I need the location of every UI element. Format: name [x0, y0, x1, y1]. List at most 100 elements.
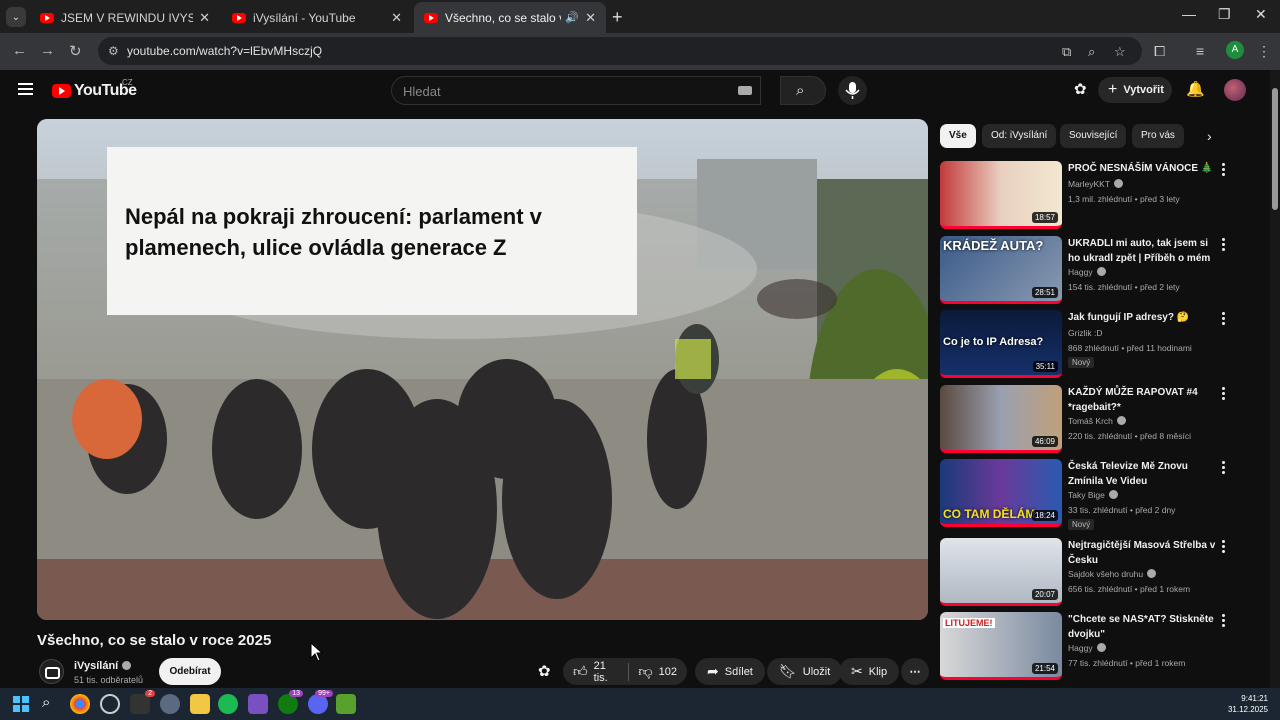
maximize-button[interactable]: ❐ [1218, 6, 1231, 23]
rec-title[interactable]: PROČ NESNÁŠÍM VÁNOCE 🎄 [1068, 161, 1218, 176]
file-explorer-icon[interactable] [190, 694, 210, 714]
browser-tab-3-active[interactable]: Všechno, co se stalo v roce 2025 🔊 ✕ [414, 2, 606, 33]
rec-title[interactable]: "Chcete se NAS*AT? Stiskněte dvojku" [1068, 612, 1218, 642]
media-controls-icon[interactable]: ≡ [1196, 43, 1204, 59]
recommendation-item[interactable]: KRÁDEŽ AUTA? 28:51 UKRADLI mi auto, tak j… [940, 236, 1270, 306]
video-thumbnail[interactable]: 20:07 [940, 538, 1062, 606]
xbox-icon[interactable]: 13 [278, 690, 303, 714]
more-actions-button[interactable]: ⋯ [901, 658, 929, 685]
obs-icon[interactable] [248, 694, 268, 714]
more-vertical-icon[interactable] [1222, 540, 1226, 555]
tab-close-icon[interactable]: ✕ [199, 10, 210, 26]
chevron-right-icon[interactable]: › [1207, 128, 1212, 144]
like-button[interactable]: 👍︎ 21 tis. [563, 658, 628, 685]
clock-app-icon[interactable] [100, 694, 120, 714]
more-vertical-icon[interactable] [1222, 387, 1226, 402]
tab-close-icon[interactable]: ✕ [585, 10, 596, 26]
discord-icon[interactable]: 99+ [308, 690, 333, 714]
subscribe-button[interactable]: Odebírat [159, 658, 221, 685]
minecraft-icon[interactable] [336, 694, 356, 714]
explore-sparkle-icon[interactable]: ✿ [1074, 80, 1087, 98]
notifications-bell-icon[interactable]: 🔔 [1186, 80, 1205, 98]
rec-channel[interactable]: Taky Bige [1068, 490, 1118, 500]
channel-name[interactable]: iVysílání [74, 660, 132, 672]
rec-title[interactable]: KAŽDÝ MŮŽE RAPOVAT #4 *ragebait?* [1068, 385, 1218, 415]
rec-title[interactable]: Jak fungují IP adresy? 🤔 [1068, 310, 1218, 325]
close-window-button[interactable]: ✕ [1255, 6, 1267, 23]
extensions-icon[interactable]: ⧠ [1154, 43, 1165, 60]
channel-avatar[interactable] [39, 659, 64, 684]
forward-arrow-icon[interactable]: → [40, 42, 55, 59]
recommendation-item[interactable]: 18:57 PROČ NESNÁŠÍM VÁNOCE 🎄 MarleyKKT 1… [940, 161, 1270, 231]
system-clock[interactable]: 9:41:21 31.12.2025 [1228, 693, 1268, 715]
rec-channel[interactable]: MarleyKKT [1068, 179, 1124, 189]
profile-avatar[interactable]: A [1226, 41, 1244, 59]
settings-gear-icon[interactable] [160, 694, 180, 714]
recommendation-item[interactable]: Co je to IP Adresa? 35:11 Jak fungují IP … [940, 310, 1270, 380]
reload-icon[interactable]: ↻ [69, 42, 82, 60]
chip-all[interactable]: Vše [940, 124, 976, 148]
spotify-icon[interactable] [218, 694, 238, 714]
video-thumbnail[interactable]: LITUJEME! 21:54 [940, 612, 1062, 680]
new-tab-button[interactable]: + [612, 7, 623, 28]
install-app-icon[interactable]: ⧉ [1062, 44, 1071, 60]
ask-sparkle-icon[interactable]: ✿ [538, 662, 551, 680]
rec-channel[interactable]: Haggy [1068, 267, 1106, 277]
speaker-icon[interactable]: 🔊 [565, 11, 579, 24]
tab-close-icon[interactable]: ✕ [391, 10, 402, 26]
rec-title[interactable]: Nejtragičtější Masová Střelba v Česku [1068, 538, 1218, 568]
scrollbar-thumb[interactable] [1272, 88, 1278, 210]
rec-channel[interactable]: Haggy [1068, 643, 1106, 653]
browser-tab-1[interactable]: JSEM V REWINDU IVYSÍLÁNÍ!!! - ✕ [30, 2, 220, 33]
search-button[interactable]: ⌕ [780, 76, 826, 105]
back-arrow-icon[interactable]: ← [12, 42, 27, 59]
hamburger-menu-icon[interactable] [18, 83, 33, 95]
video-thumbnail[interactable]: CO TAM DĚLÁM 18:24 [940, 459, 1062, 527]
recommendation-item[interactable]: 46:09 KAŽDÝ MŮŽE RAPOVAT #4 *ragebait?* … [940, 385, 1270, 455]
taskbar-search-icon[interactable]: ⌕ [42, 694, 62, 714]
recommendation-item[interactable]: LITUJEME! 21:54 "Chcete se NAS*AT? Stiskn… [940, 612, 1270, 682]
site-info-icon[interactable]: ⚙ [108, 44, 119, 58]
video-thumbnail[interactable]: 18:57 [940, 161, 1062, 229]
rec-channel[interactable]: Tomáš Krch [1068, 416, 1126, 426]
save-button[interactable]: 🔖︎ Uložit [767, 658, 843, 685]
video-thumbnail[interactable]: Co je to IP Adresa? 35:11 [940, 310, 1062, 378]
clip-button[interactable]: ✂ Klip [839, 658, 900, 685]
account-avatar[interactable] [1224, 79, 1246, 101]
youtube-logo[interactable]: YouTube CZ [52, 78, 137, 100]
more-vertical-icon[interactable] [1222, 614, 1226, 629]
recommendation-item[interactable]: 20:07 Nejtragičtější Masová Střelba v Če… [940, 538, 1270, 608]
chrome-taskbar-icon[interactable] [70, 694, 90, 714]
search-input[interactable]: Hledat [391, 76, 761, 105]
rec-title[interactable]: Česká Televize Mě Znovu Zmínila Ve Videu [1068, 459, 1218, 489]
dislike-button[interactable]: 👎︎ 102 [628, 658, 687, 685]
browser-menu-icon[interactable]: ⋮ [1257, 43, 1271, 60]
zoom-icon[interactable]: ⌕ [1088, 44, 1095, 60]
rec-channel[interactable]: Sajdok všeho druhu [1068, 569, 1157, 579]
browser-tab-2[interactable]: iVysílání - YouTube ✕ [222, 2, 412, 33]
rec-title[interactable]: UKRADLI mi auto, tak jsem si ho ukradl z… [1068, 236, 1218, 266]
app-taskbar-icon[interactable]: 2 [130, 690, 155, 714]
recommendation-item[interactable]: CO TAM DĚLÁM 18:24 Česká Televize Mě Znov… [940, 459, 1270, 530]
video-player[interactable]: Nepál na pokraji zhroucení: parlament v … [37, 119, 928, 620]
bookmark-star-icon[interactable]: ☆ [1114, 44, 1126, 60]
page-scrollbar[interactable] [1270, 70, 1280, 688]
video-thumbnail[interactable]: KRÁDEŽ AUTA? 28:51 [940, 236, 1062, 304]
chip-for-you[interactable]: Pro vás [1132, 124, 1184, 148]
create-button[interactable]: + Vytvořit [1098, 77, 1172, 103]
rec-channel[interactable]: Grizlik :D [1068, 328, 1102, 338]
more-vertical-icon[interactable] [1222, 312, 1226, 327]
voice-search-button[interactable] [838, 76, 867, 105]
keyboard-icon[interactable] [738, 86, 752, 95]
more-vertical-icon[interactable] [1222, 461, 1226, 476]
share-button[interactable]: ➦ Sdílet [695, 658, 765, 685]
windows-start-icon[interactable] [13, 696, 29, 712]
tab-search-button[interactable]: ⌄ [6, 7, 26, 27]
chip-from-channel[interactable]: Od: iVysílání [982, 124, 1057, 148]
address-bar[interactable]: ⚙ youtube.com/watch?v=lEbvMHsczjQ ⧉ ⌕ ☆ [98, 37, 1142, 65]
more-vertical-icon[interactable] [1222, 163, 1226, 178]
chip-related[interactable]: Související [1060, 124, 1127, 148]
video-thumbnail[interactable]: 46:09 [940, 385, 1062, 453]
more-vertical-icon[interactable] [1222, 238, 1226, 253]
minimize-button[interactable]: — [1182, 6, 1196, 22]
